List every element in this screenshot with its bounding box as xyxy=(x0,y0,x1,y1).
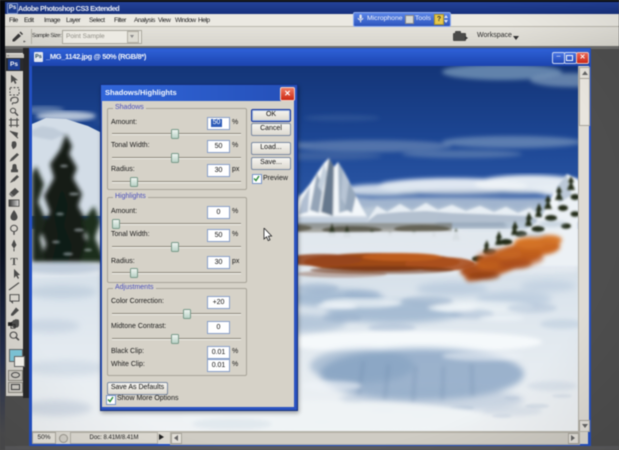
svg-text:T: T xyxy=(10,258,17,269)
